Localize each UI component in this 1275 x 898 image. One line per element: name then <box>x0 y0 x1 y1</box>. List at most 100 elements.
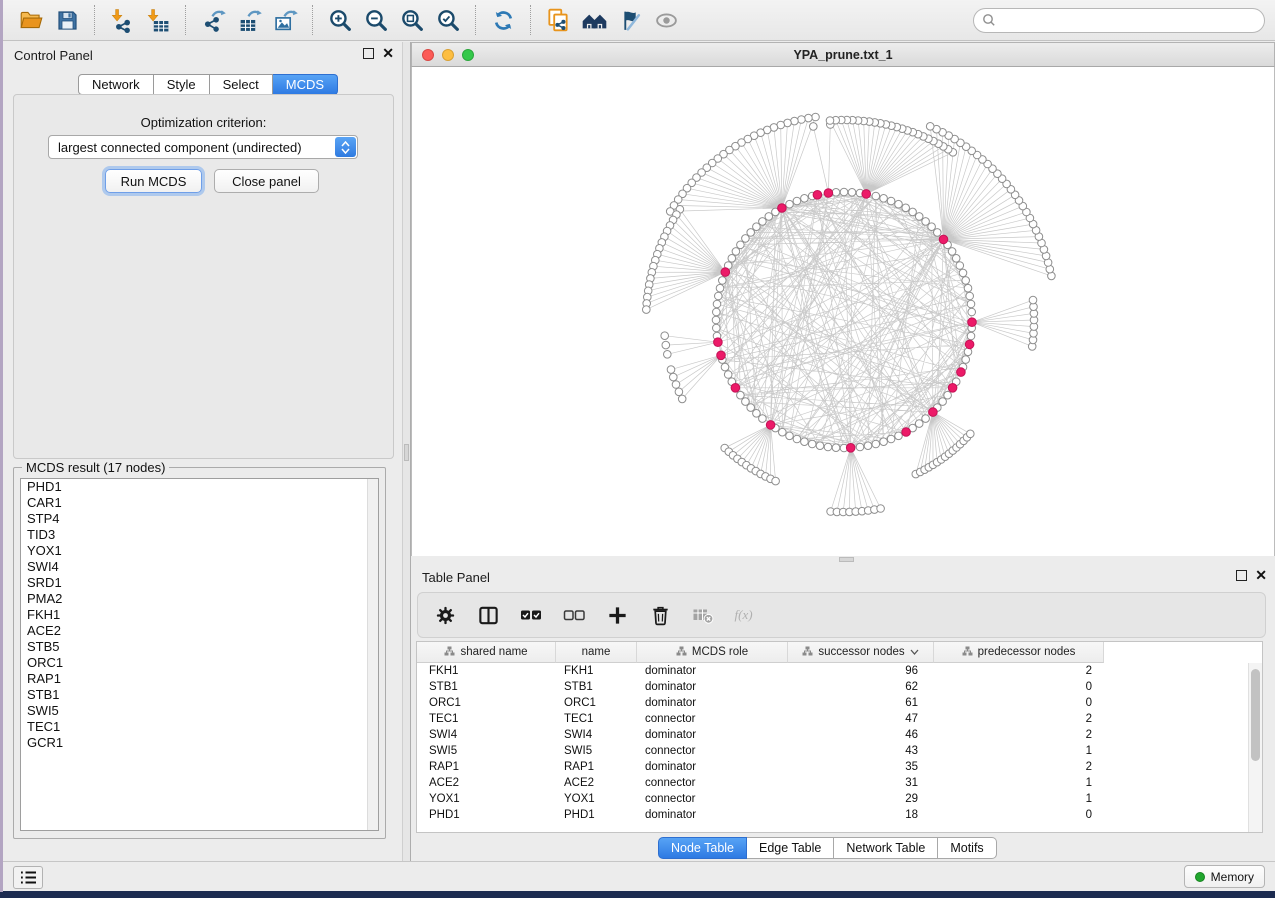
network-node[interactable] <box>872 440 880 448</box>
network-node[interactable] <box>759 415 767 423</box>
mcds-result-item[interactable]: RAP1 <box>21 671 378 687</box>
float-panel-icon[interactable] <box>363 48 374 59</box>
mcds-node[interactable] <box>862 190 871 199</box>
network-node[interactable] <box>713 300 721 308</box>
mcds-node[interactable] <box>968 318 977 327</box>
export-table-button[interactable] <box>231 3 267 37</box>
network-node[interactable] <box>848 189 856 197</box>
network-node[interactable] <box>712 316 720 324</box>
column-header-successor-nodes[interactable]: successor nodes <box>788 642 934 663</box>
search-field[interactable] <box>973 8 1265 33</box>
network-node[interactable] <box>922 218 930 226</box>
zoom-fit-button[interactable] <box>394 3 430 37</box>
network-node[interactable] <box>793 197 801 205</box>
mcds-list-scrollbar[interactable] <box>367 479 378 830</box>
network-node[interactable] <box>887 197 895 205</box>
network-node[interactable] <box>816 442 824 450</box>
network-node[interactable] <box>959 269 967 277</box>
network-node[interactable] <box>810 123 818 131</box>
tab-edge-table[interactable]: Edge Table <box>747 837 834 859</box>
first-neighbors-button[interactable] <box>576 3 612 37</box>
mcds-result-item[interactable]: PHD1 <box>21 479 378 495</box>
vertical-splitter[interactable] <box>402 42 411 861</box>
network-node[interactable] <box>909 208 917 216</box>
column-header-MCDS-role[interactable]: MCDS role <box>637 642 788 663</box>
mcds-result-item[interactable]: STB5 <box>21 639 378 655</box>
table-row[interactable]: ORC1ORC1dominator610 <box>417 695 1248 711</box>
hide-selected-button[interactable] <box>612 3 648 37</box>
mcds-result-item[interactable]: STP4 <box>21 511 378 527</box>
tab-network[interactable]: Network <box>78 74 154 95</box>
splitter-grip[interactable] <box>404 444 409 461</box>
network-node[interactable] <box>670 373 678 381</box>
mcds-node[interactable] <box>717 351 726 360</box>
show-all-button[interactable] <box>648 3 684 37</box>
network-node[interactable] <box>721 363 729 371</box>
network-node[interactable] <box>948 248 956 256</box>
optimization-select[interactable]: largest connected component (undirected) <box>48 135 358 159</box>
network-node[interactable] <box>902 204 910 212</box>
network-node[interactable] <box>719 277 727 285</box>
network-node[interactable] <box>662 341 670 349</box>
open-button[interactable] <box>13 3 49 37</box>
network-node[interactable] <box>678 395 686 403</box>
mcds-node[interactable] <box>766 421 775 430</box>
network-node[interactable] <box>926 123 934 131</box>
mcds-result-item[interactable]: GCR1 <box>21 735 378 751</box>
network-canvas[interactable] <box>411 67 1275 556</box>
mcds-node[interactable] <box>731 384 740 393</box>
network-node[interactable] <box>962 356 970 364</box>
table-row[interactable]: RAP1RAP1dominator352 <box>417 759 1248 775</box>
zoom-selected-button[interactable] <box>430 3 466 37</box>
mcds-node[interactable] <box>721 268 730 277</box>
network-node[interactable] <box>808 440 816 448</box>
mcds-node[interactable] <box>929 408 938 417</box>
mcds-result-item[interactable]: CAR1 <box>21 495 378 511</box>
network-node[interactable] <box>968 308 976 316</box>
table-row[interactable]: YOX1YOX1connector291 <box>417 791 1248 807</box>
network-node[interactable] <box>824 443 832 451</box>
table-row[interactable]: ACE2ACE2connector311 <box>417 775 1248 791</box>
close-panel-icon[interactable]: ✕ <box>382 48 394 59</box>
tab-node-table[interactable]: Node Table <box>658 837 747 859</box>
network-node[interactable] <box>832 189 840 197</box>
network-node[interactable] <box>962 277 970 285</box>
clone-network-button[interactable] <box>540 3 576 37</box>
network-node[interactable] <box>737 391 745 399</box>
table-settings-button[interactable] <box>432 602 458 628</box>
network-node[interactable] <box>840 188 848 196</box>
deselect-all-button[interactable] <box>561 602 587 628</box>
mcds-result-item[interactable]: TEC1 <box>21 719 378 735</box>
network-node[interactable] <box>956 262 964 270</box>
network-node[interactable] <box>779 428 787 436</box>
mcds-result-item[interactable]: STB1 <box>21 687 378 703</box>
mcds-node[interactable] <box>813 191 822 200</box>
network-node[interactable] <box>742 235 750 243</box>
mcds-result-item[interactable]: ACE2 <box>21 623 378 639</box>
network-node[interactable] <box>772 477 780 485</box>
mcds-result-item[interactable]: TID3 <box>21 527 378 543</box>
network-node[interactable] <box>880 195 888 203</box>
tab-style[interactable]: Style <box>154 74 210 95</box>
network-node[interactable] <box>880 438 888 446</box>
memory-button[interactable]: Memory <box>1184 865 1265 888</box>
network-node[interactable] <box>786 200 794 208</box>
search-input[interactable] <box>996 13 1256 27</box>
network-node[interactable] <box>675 388 683 396</box>
network-node[interactable] <box>964 284 972 292</box>
export-network-button[interactable] <box>195 3 231 37</box>
table-row[interactable]: PHD1PHD1dominator180 <box>417 807 1248 823</box>
network-node[interactable] <box>832 444 840 452</box>
network-node[interactable] <box>801 195 809 203</box>
network-node[interactable] <box>716 284 724 292</box>
table-row[interactable]: SWI4SWI4dominator462 <box>417 727 1248 743</box>
mcds-result-item[interactable]: ORC1 <box>21 655 378 671</box>
show-columns-button[interactable] <box>475 602 501 628</box>
mcds-node[interactable] <box>939 235 948 244</box>
table-row[interactable]: FKH1FKH1dominator962 <box>417 663 1248 679</box>
network-node[interactable] <box>724 371 732 379</box>
network-node[interactable] <box>667 366 675 374</box>
column-header-shared-name[interactable]: shared name <box>417 642 556 663</box>
mcds-node[interactable] <box>948 384 957 393</box>
table-scrollbar[interactable] <box>1248 663 1262 832</box>
